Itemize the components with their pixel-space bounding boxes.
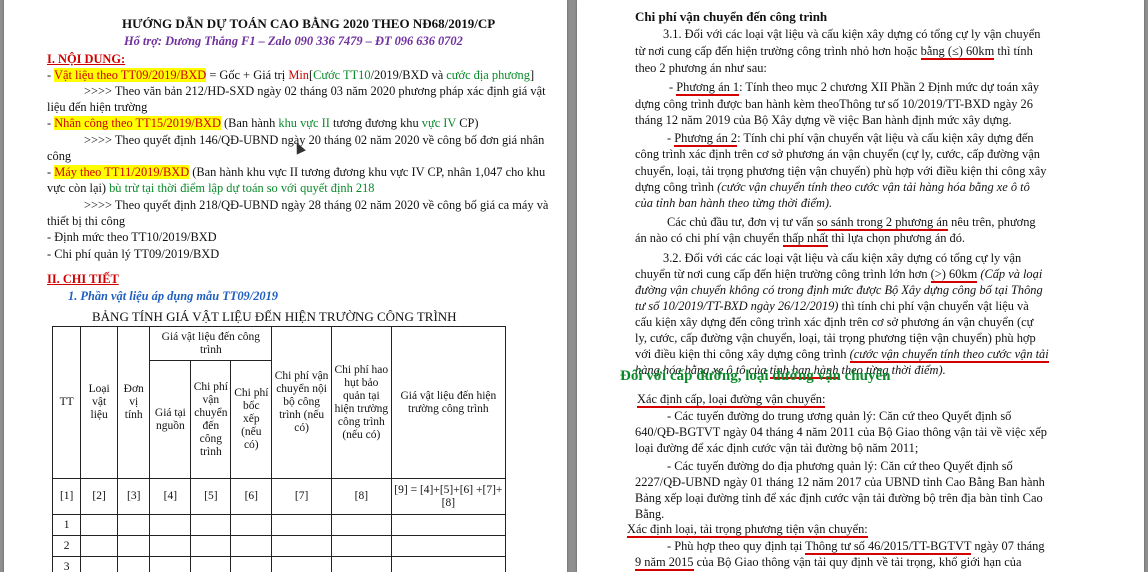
- line-vat-lieu: - Vật liệu theo TT09/2019/BXD = Gốc + Gi…: [47, 68, 535, 82]
- text-line: 3.1. Đối với các loại vật liệu và cấu ki…: [663, 27, 1041, 41]
- document-page-left: HƯỚNG DẪN DỰ TOÁN CAO BẰNG 2020 THEO NĐ6…: [4, 0, 567, 572]
- text-line: ly, cước, cấp đường vận chuyển, loại, tả…: [635, 331, 1036, 345]
- header-cell: Giá vật liệu đến hiện trường công trình: [390, 326, 507, 479]
- header-cell: Loại vật liệu: [80, 326, 118, 479]
- text-line: - Định mức theo TT10/2019/BXD: [47, 230, 217, 244]
- material-price-table: TT Loại vật liệu Đơn vị tính Giá vật liệ…: [51, 326, 507, 572]
- table-row: 2: [51, 535, 507, 557]
- header-cell: Chi phí bốc xếp (nếu có): [230, 360, 273, 479]
- text-line: của tỉnh ban hành theo từng thời điểm).: [635, 196, 833, 210]
- table-row: 3: [51, 556, 507, 572]
- text-line: tháng 12 năm 2019 của Bộ Xây dựng về việ…: [635, 113, 1012, 127]
- index-cell: [9] = [4]+[5]+[6] +[7]+[8]: [390, 478, 507, 515]
- text-line: dựng công trình (cước vận chuyển tính th…: [635, 180, 1030, 194]
- subheading-xac-dinh-loai: Xác định loại, tải trọng phương tiện vận…: [627, 522, 868, 538]
- row-number: 1: [51, 514, 82, 536]
- document-page-right: Chi phí vận chuyển đến công trình 3.1. Đ…: [577, 0, 1144, 572]
- index-cell: [5]: [190, 478, 232, 515]
- index-cell: [3]: [116, 478, 151, 515]
- header-cell: Giá tại nguồn: [149, 360, 192, 479]
- section-heading-1: I. NỘI DUNG:: [47, 52, 126, 66]
- section-heading-2: II. CHI TIẾT: [47, 272, 119, 286]
- text-line: án nào có chi phí vận chuyển thấp nhất t…: [635, 231, 966, 247]
- text-line: công: [47, 149, 72, 163]
- text-line: - Phù hợp theo quy định tại Thông tư số …: [667, 539, 1045, 555]
- header-cell: Chi phí hao hụt bảo quản tại hiện trường…: [330, 326, 392, 479]
- doc-title: HƯỚNG DẪN DỰ TOÁN CAO BẰNG 2020 THEO NĐ6…: [122, 16, 496, 31]
- text-line: liệu đến hiện trường: [47, 100, 148, 114]
- text-line: với điều kiện thi công xây dựng công trì…: [635, 347, 1049, 363]
- line-may: - Máy theo TT11/2019/BXD (Ban hành khu v…: [47, 165, 546, 179]
- text-line: 9 năm 2015 của Bộ Giao thông vận tải quy…: [635, 555, 1022, 571]
- right-heading: Chi phí vận chuyển đến công trình: [635, 9, 828, 24]
- header-cell: Giá vật liệu đến công trình: [149, 326, 273, 361]
- table-row: 1: [51, 514, 507, 536]
- index-cell: [6]: [230, 478, 273, 515]
- text-line: đường vận chuyển không có trong định mức…: [635, 283, 1043, 297]
- subsection-heading: 1. Phần vật liệu áp dụng mẫu TT09/2019: [68, 289, 278, 303]
- text-line: thiết bị thi công: [47, 214, 126, 228]
- row-number: 2: [51, 535, 82, 557]
- support-line: Hổ trợ: Dương Thắng F1 – Zalo 090 336 74…: [124, 34, 463, 48]
- row-number: 3: [51, 556, 82, 572]
- text-line: >>>> Theo quyết định 218/QĐ-UBND ngày 28…: [84, 198, 549, 212]
- text-line: >>>> Theo văn bản 212/HD-SXD ngày 02 thá…: [84, 84, 546, 98]
- text-line: - Các tuyến đường do trung ương quản lý:…: [667, 409, 1012, 423]
- text-line: - Các tuyến đường do địa phương quản lý:…: [667, 459, 1013, 473]
- text-line: Bảng xếp loại đường tỉnh để xác định cướ…: [635, 491, 1043, 505]
- line-nhan-cong: - Nhân công theo TT15/2019/BXD (Ban hành…: [47, 116, 479, 130]
- text-line: từ nơi cung cấp đến hiện trường công trì…: [635, 44, 1033, 60]
- subheading-xac-dinh-cap: Xác định cấp, loại đường vận chuyển:: [637, 392, 826, 408]
- header-cell: TT: [51, 326, 82, 479]
- text-line: vực còn lại) bù trừ tại thời điểm lập dự…: [47, 181, 375, 195]
- index-cell: [1]: [51, 478, 82, 515]
- text-line: - Phương án 1: Tính theo mục 2 chương XI…: [669, 80, 1040, 96]
- green-heading: Đối với cấp đường, loại đường vận chuyển: [620, 368, 891, 384]
- text-line: theo 2 phương án như sau:: [635, 61, 767, 75]
- index-cell: [4]: [149, 478, 192, 515]
- text-line: Bằng.: [635, 507, 665, 521]
- text-line: - Phương án 2: Tính chi phí vận chuyển v…: [667, 131, 1034, 147]
- text-line: 3.2. Đối với các các loại vật liệu và cấ…: [663, 251, 1022, 265]
- text-line: 640/QĐ-BGTVT ngày 04 tháng 4 năm 2011 củ…: [635, 425, 1047, 439]
- text-line: - Chi phí quản lý TT09/2019/BXD: [47, 247, 220, 261]
- index-cell: [2]: [80, 478, 118, 515]
- text-line: Các chủ đầu tư, đơn vị tư vấn so sánh tr…: [667, 215, 1036, 231]
- header-cell: Chi phí vận chuyển nội bộ công trình (nế…: [271, 326, 332, 479]
- text-line: chuyển từ nơi cung cấp đến hiện trường c…: [635, 267, 1043, 283]
- text-line: chuyển, loại, tải trọng phương tiện vận …: [635, 164, 1047, 178]
- header-cell: Đơn vị tính: [116, 326, 151, 479]
- table-title: BẢNG TÍNH GIÁ VẬT LIỆU ĐẾN HIỆN TRƯỜNG C…: [92, 309, 457, 324]
- header-cell: Chi phí vận chuyển đến công trình: [190, 360, 232, 479]
- text-line: công trình xác định trên cơ sở phương án…: [635, 147, 1040, 161]
- text-line: 2227/QĐ-UBND ngày 01 tháng 12 năm 2017 c…: [635, 475, 1045, 489]
- text-line: loại đường để xác định cước vận tải đườn…: [635, 441, 919, 455]
- index-cell: [8]: [330, 478, 392, 515]
- text-line: >>>> Theo quyết định 146/QĐ-UBND ngày 20…: [84, 133, 545, 147]
- index-cell: [7]: [271, 478, 332, 515]
- text-line: cấu kiện xây dựng đến công trình xác địn…: [635, 315, 1034, 329]
- text-line: tư số 10/2019/TT-BXD ngày 26/12/2019) th…: [635, 299, 1029, 313]
- text-line: dựng công trình được ban hành kèm theoTh…: [635, 97, 1033, 111]
